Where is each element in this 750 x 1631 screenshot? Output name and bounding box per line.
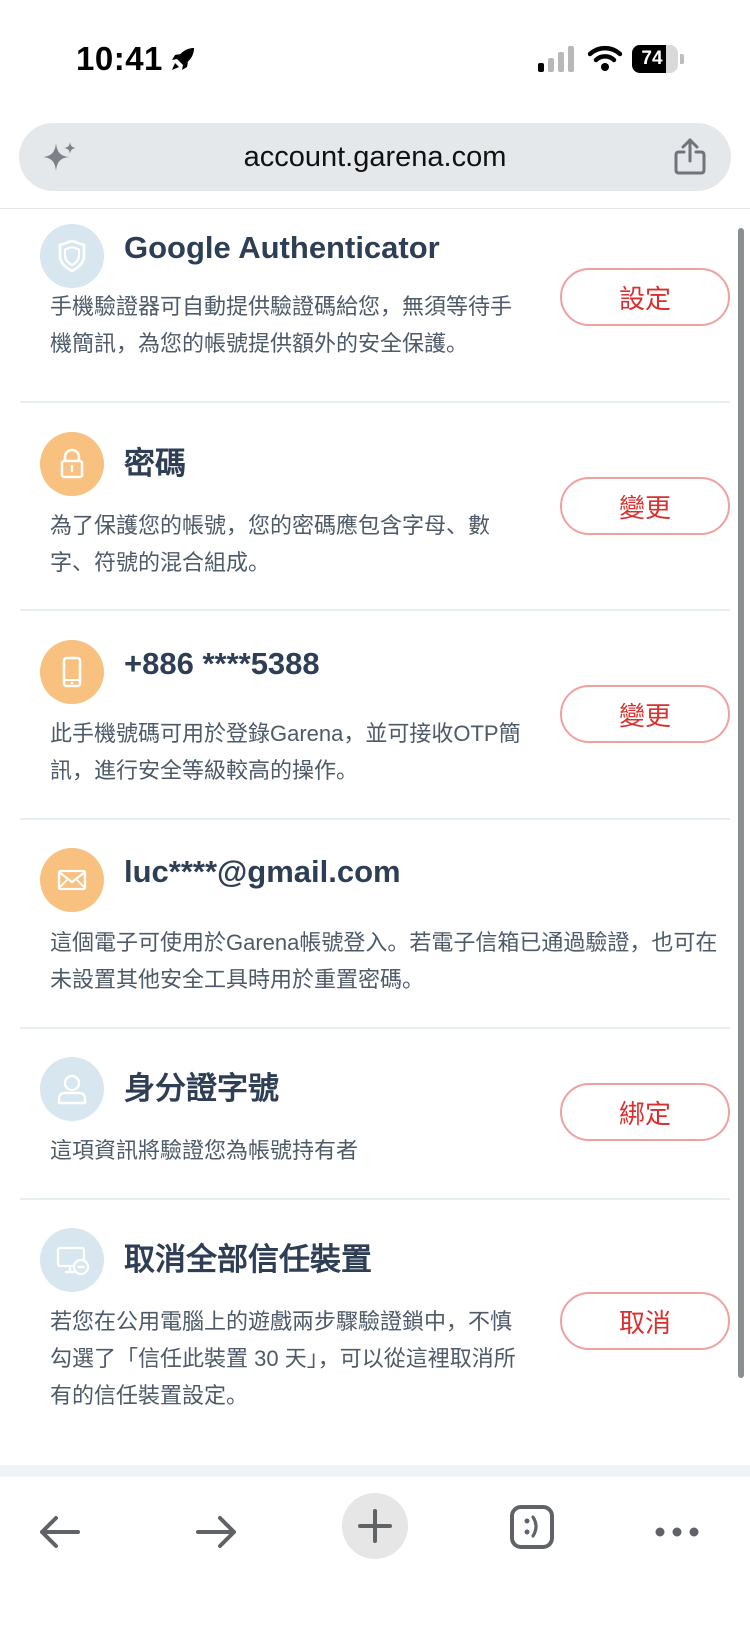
share-icon[interactable] xyxy=(671,137,709,177)
section-title: 密碼 xyxy=(124,446,186,481)
section-divider xyxy=(20,1198,730,1200)
section-description: 若您在公用電腦上的遊戲兩步驟驗證鎖中，不慎勾選了「信任此裝置 30 天」，可以從… xyxy=(50,1309,516,1408)
section-email: luc****@gmail.com 這個電子可使用於Garena帳號登入。若電子… xyxy=(20,848,730,1018)
section-divider xyxy=(20,401,730,403)
section-title: Google Authenticator xyxy=(124,230,440,265)
scrollbar[interactable] xyxy=(738,228,744,1378)
battery-body: 74 xyxy=(632,45,678,73)
section-password: 密碼 為了保護您的帳號，您的密碼應包含字母、數字、符號的混合組成。 變更 xyxy=(20,432,730,602)
battery-cap xyxy=(680,54,684,64)
section-description: 此手機號碼可用於登錄Garena，並可接收OTP簡訊，進行安全等級較高的操作。 xyxy=(50,721,521,783)
setup-authenticator-button[interactable]: 設定 xyxy=(560,268,730,326)
new-tab-plus-icon[interactable] xyxy=(342,1493,408,1559)
change-phone-button[interactable]: 變更 xyxy=(560,685,730,743)
id-person-icon xyxy=(40,1057,104,1121)
section-description: 這項資訊將驗證您為帳號持有者 xyxy=(50,1138,359,1163)
status-bar: 10:41 74 xyxy=(0,0,750,110)
section-title: 身分證字號 xyxy=(124,1071,279,1106)
cancel-trusted-devices-button[interactable]: 取消 xyxy=(560,1292,730,1350)
section-title: +886 ****5388 xyxy=(124,646,320,681)
phone-icon xyxy=(40,640,104,704)
status-time: 10:41 xyxy=(76,40,163,77)
wifi-icon xyxy=(588,45,622,71)
address-bar[interactable]: account.garena.com xyxy=(19,123,731,191)
rocket-icon xyxy=(172,48,194,70)
shield-icon xyxy=(40,224,104,288)
section-phone: +886 ****5388 此手機號碼可用於登錄Garena，並可接收OTP簡訊… xyxy=(20,640,730,810)
section-title: 取消全部信任裝置 xyxy=(124,1242,372,1277)
section-trusted-devices: 取消全部信任裝置 若您在公用電腦上的遊戲兩步驟驗證鎖中，不慎勾選了「信任此裝置 … xyxy=(20,1228,730,1438)
bind-id-button[interactable]: 綁定 xyxy=(560,1083,730,1141)
forward-arrow-icon[interactable] xyxy=(192,1507,242,1557)
section-id-number: 身分證字號 這項資訊將驗證您為帳號持有者 綁定 xyxy=(20,1057,730,1177)
battery-indicator: 74 xyxy=(632,45,684,73)
section-title: luc****@gmail.com xyxy=(124,854,401,889)
envelope-icon xyxy=(40,848,104,912)
change-password-button[interactable]: 變更 xyxy=(560,477,730,535)
section-google-authenticator: Google Authenticator 手機驗證器可自動提供驗證碼給您，無須等… xyxy=(20,224,730,394)
more-menu-icon[interactable] xyxy=(652,1507,702,1557)
section-divider xyxy=(20,818,730,820)
section-description: 為了保護您的帳號，您的密碼應包含字母、數字、符號的混合組成。 xyxy=(50,513,491,575)
content-bottom-separator xyxy=(0,1465,750,1477)
section-description: 這個電子可使用於Garena帳號登入。若電子信箱已通過驗證，也可在未設置其他安全… xyxy=(50,930,718,992)
browser-toolbar xyxy=(0,1477,750,1631)
section-divider xyxy=(20,609,730,611)
section-divider xyxy=(20,1027,730,1029)
toolbar-divider xyxy=(0,208,750,209)
battery-percent: 74 xyxy=(641,48,663,69)
section-description: 手機驗證器可自動提供驗證碼給您，無須等待手機簡訊，為您的帳號提供額外的安全保護。 xyxy=(50,294,513,356)
url-text[interactable]: account.garena.com xyxy=(19,123,731,191)
tabs-icon[interactable] xyxy=(508,1503,556,1551)
back-arrow-icon[interactable] xyxy=(34,1507,84,1557)
cellular-signal-icon xyxy=(538,46,574,72)
device-remove-icon xyxy=(40,1228,104,1292)
lock-icon xyxy=(40,432,104,496)
